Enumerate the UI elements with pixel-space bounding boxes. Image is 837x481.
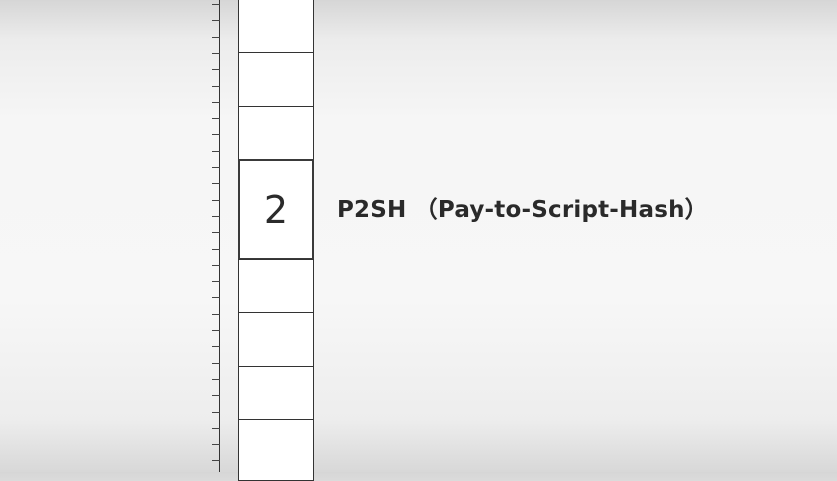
cell-empty <box>238 366 314 421</box>
ruler-tick <box>212 281 220 282</box>
ruler-tick <box>212 314 220 315</box>
ruler-tick <box>212 102 220 103</box>
ruler-tick <box>212 200 220 201</box>
ruler-tick <box>212 134 220 135</box>
ruler-tick <box>212 69 220 70</box>
ruler-tick <box>212 4 220 5</box>
ruler-tick <box>212 412 220 413</box>
cell-label: P2SH （Pay-to-Script-Hash） <box>337 197 708 223</box>
vertical-ruler <box>207 0 221 472</box>
ruler-tick <box>212 460 220 461</box>
ruler-tick <box>212 363 220 364</box>
cell-empty <box>238 259 314 314</box>
cell-empty <box>238 52 314 107</box>
ruler-tick <box>212 297 220 298</box>
cell-column: 2 <box>238 0 314 481</box>
ruler-tick <box>212 118 220 119</box>
cell-empty <box>238 106 314 161</box>
ruler-tick <box>212 395 220 396</box>
selected-cell-value: 2 <box>263 187 289 232</box>
ruler-tick <box>212 346 220 347</box>
ruler-tick <box>212 428 220 429</box>
ruler-tick <box>212 330 220 331</box>
ruler-tick <box>212 20 220 21</box>
ruler-tick <box>212 151 220 152</box>
ruler-tick <box>212 37 220 38</box>
ruler-tick <box>212 167 220 168</box>
ruler-tick <box>212 53 220 54</box>
ruler-line <box>219 0 220 472</box>
ruler-tick <box>212 444 220 445</box>
selected-cell[interactable]: 2 <box>238 159 314 260</box>
ruler-tick <box>212 232 220 233</box>
cell-empty <box>238 0 314 54</box>
cell-empty <box>238 312 314 367</box>
ruler-tick <box>212 249 220 250</box>
ruler-tick <box>212 265 220 266</box>
ruler-tick <box>212 86 220 87</box>
ruler-tick <box>212 379 220 380</box>
ruler-tick <box>212 183 220 184</box>
ruler-tick <box>212 216 220 217</box>
